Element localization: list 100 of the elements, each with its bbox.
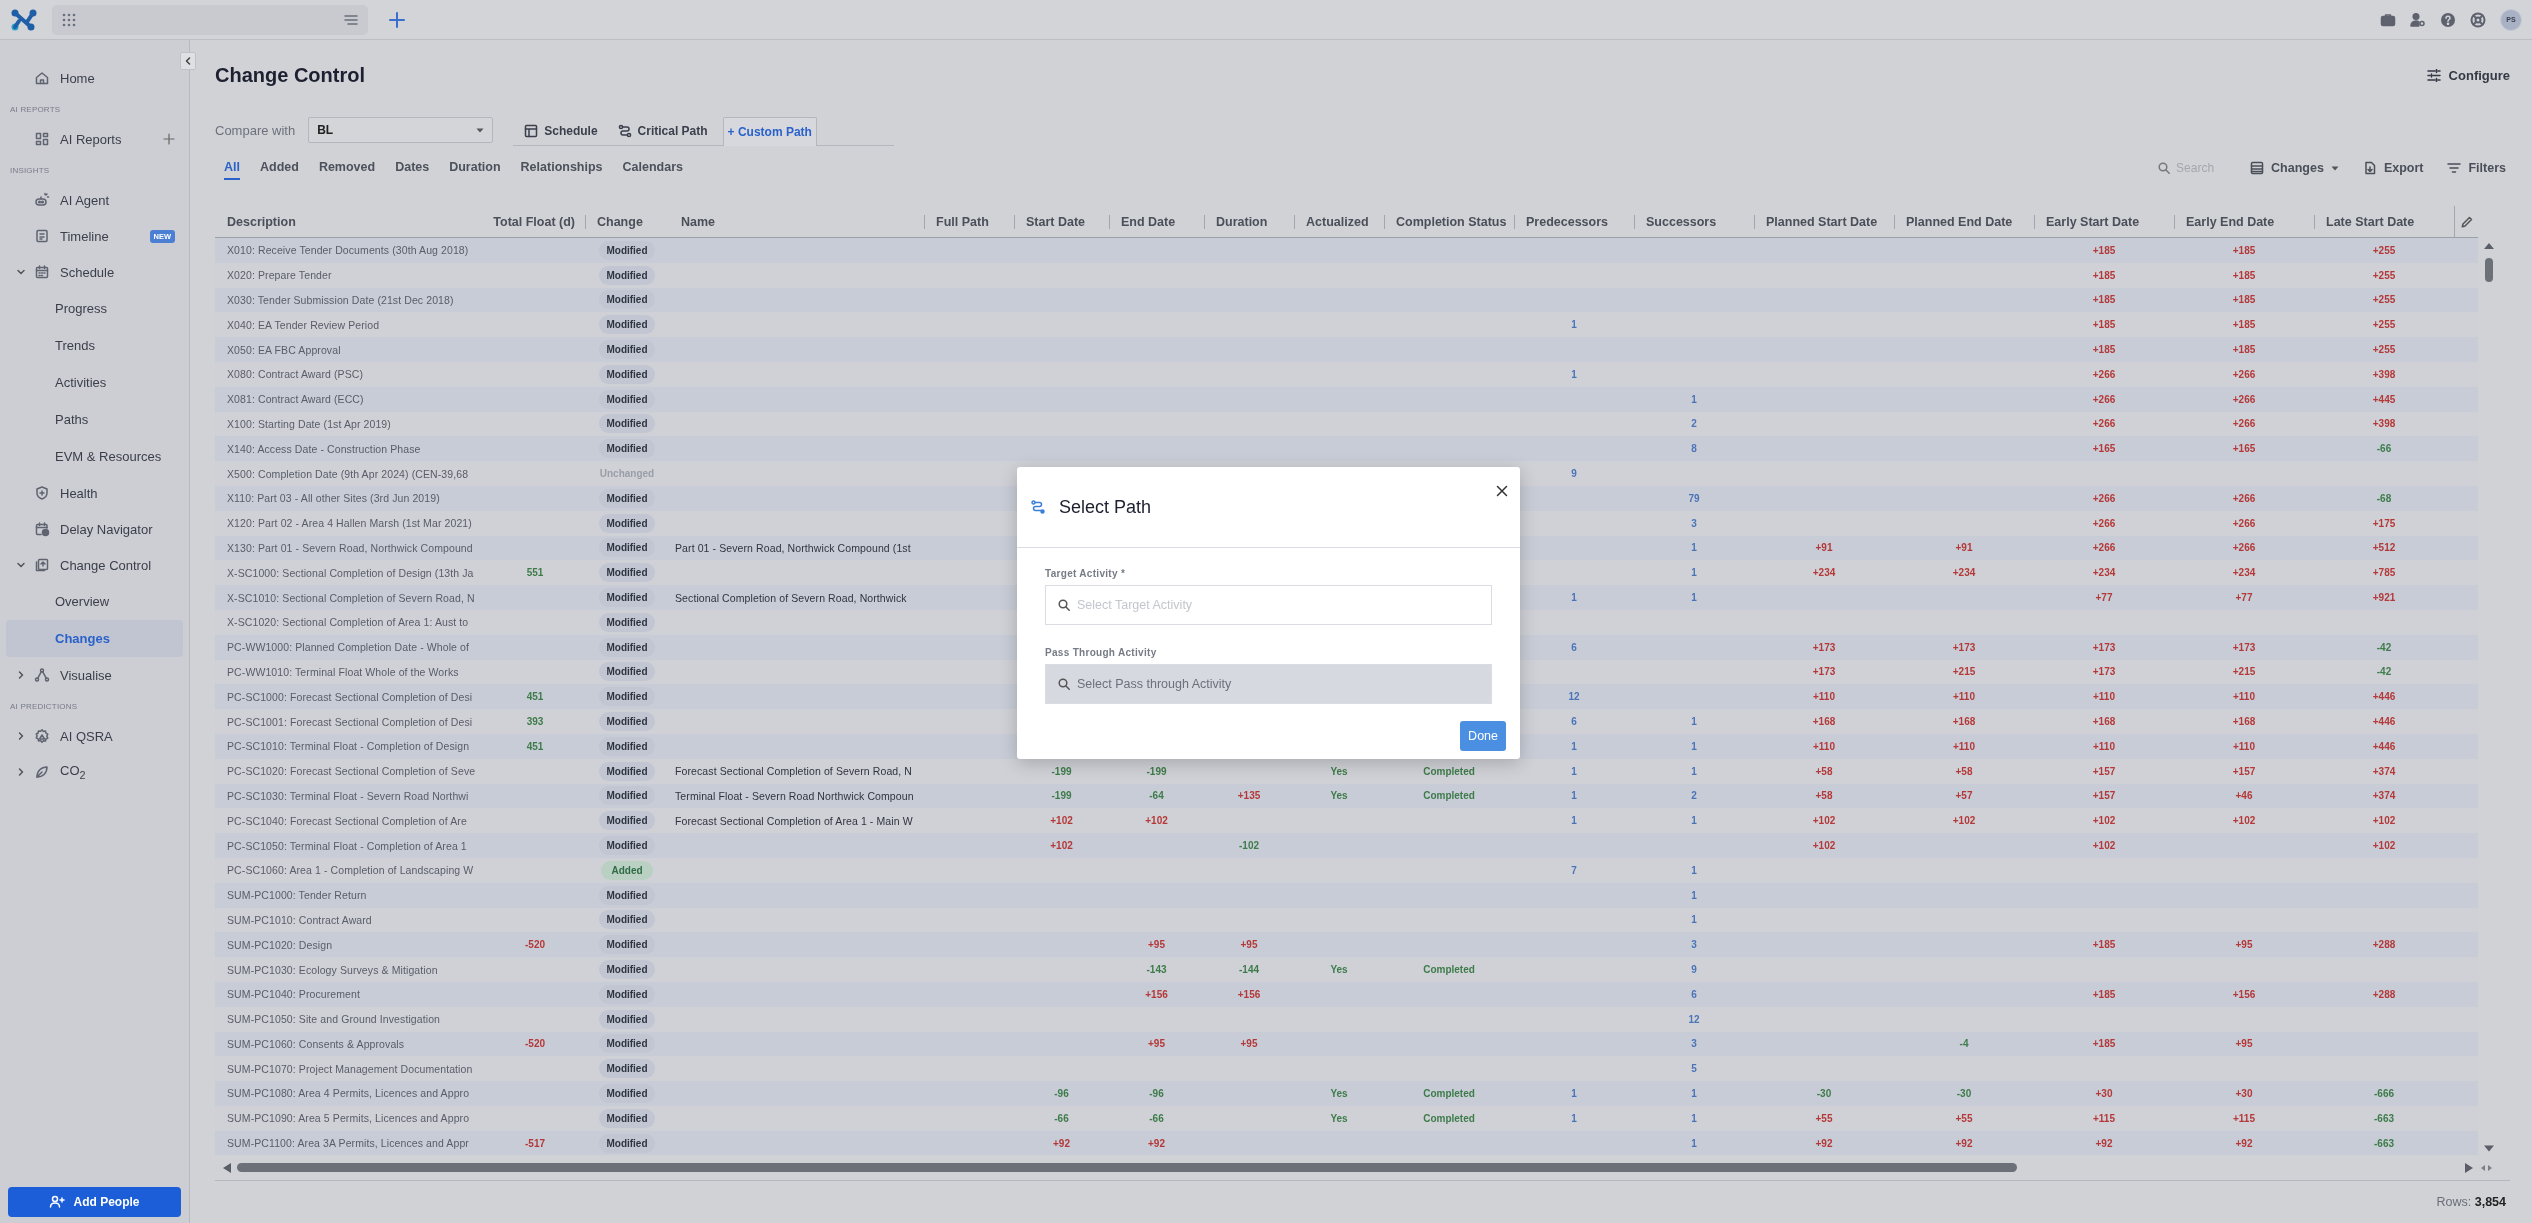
table-cell-text: PC-SC1060: Area 1 - Completion of Landscaping W — [226, 863, 475, 879]
chevron-right-icon[interactable] — [16, 670, 26, 680]
column-header[interactable]: Successors — [1634, 206, 1754, 237]
column-header[interactable]: Description — [215, 206, 485, 237]
column-header[interactable]: Early Start Date — [2034, 206, 2174, 237]
section-heading: AI PREDICTIONS — [10, 702, 79, 711]
input-field[interactable]: Select Target Activity — [1045, 585, 1492, 625]
filter-tab[interactable]: Removed — [318, 156, 376, 180]
table-cell-text: +255 — [2371, 268, 2397, 283]
table-cell-text: 1 — [1570, 814, 1578, 829]
plus-icon[interactable] — [388, 10, 406, 29]
nav-item[interactable]: AI Agent — [6, 182, 183, 218]
column-header[interactable]: Start Date — [1014, 206, 1109, 237]
filter-tab[interactable]: Dates — [395, 156, 430, 180]
apps-grid-icon[interactable] — [62, 12, 76, 27]
table-cell-text: PC-SC1000: Forecast Sectional Completion of Desi — [226, 689, 474, 705]
pencil-icon[interactable] — [2460, 215, 2473, 228]
compare-select[interactable]: BL — [308, 117, 494, 143]
table-cell-text: +168 — [2231, 715, 2257, 730]
column-header[interactable]: Change — [585, 206, 669, 237]
table-cell-text: -30 — [1815, 1087, 1833, 1101]
briefcase-icon[interactable] — [2380, 11, 2396, 28]
column-header[interactable]: Predecessors — [1514, 206, 1634, 237]
nav-item[interactable]: Visualise — [6, 657, 183, 693]
collapse-button[interactable] — [180, 52, 196, 70]
chevron-down-icon[interactable] — [16, 560, 26, 570]
status-tag: Modified — [599, 1108, 655, 1128]
toolbar-button[interactable]: Export — [2362, 161, 2424, 175]
logo-icon[interactable] — [10, 7, 38, 32]
toolbar-button[interactable]: Changes — [2250, 161, 2339, 175]
filter-tab[interactable]: Calendars — [622, 156, 683, 180]
table-cell-text: +102 — [2091, 839, 2117, 853]
status-tag: Modified — [599, 340, 655, 360]
nav-item[interactable]: Home — [6, 60, 183, 96]
nav-item[interactable]: CO$_{2}$ — [6, 754, 183, 790]
view-tab[interactable]: Schedule — [519, 116, 603, 145]
table-cell-text: PC-SC1001: Forecast Sectional Completion of Desi — [226, 714, 474, 730]
column-header[interactable]: Actualized — [1294, 206, 1384, 237]
filter-tab[interactable]: Duration — [449, 156, 501, 180]
status-tag: Modified — [599, 836, 655, 855]
filter-tab[interactable]: Added — [260, 156, 299, 180]
table-cell-text: 6 — [1570, 715, 1578, 730]
plus-icon[interactable] — [163, 133, 175, 145]
view-tab[interactable]: Critical Path — [612, 116, 713, 145]
table-cell-text: SUM-PC1010: Contract Award — [226, 912, 373, 928]
nav-item[interactable]: Trends — [6, 327, 183, 364]
nav-item[interactable]: Delay Navigator — [6, 511, 183, 547]
column-header[interactable]: Late Start Date — [2314, 206, 2454, 237]
table-cell-text: +110 — [1812, 739, 1836, 754]
column-header[interactable]: Completion Status — [1384, 206, 1514, 237]
nav-item[interactable]: EVM & Resources — [6, 438, 183, 475]
path-icon — [1031, 500, 1045, 514]
add-people-button[interactable]: Add People — [8, 1187, 181, 1217]
nav-item[interactable]: Change Control — [6, 547, 183, 583]
table-cell-text: -68 — [2375, 491, 2393, 506]
view-tab[interactable]: + Custom Path — [722, 116, 817, 146]
configure-button[interactable]: Configure — [2426, 67, 2510, 83]
table-cell-text: 1 — [1570, 789, 1578, 804]
done-button[interactable]: Done — [1460, 721, 1506, 751]
table-cell-text: +512 — [2371, 541, 2397, 556]
table-cell-text: SUM-PC1040: Procurement — [226, 987, 362, 1003]
nav-item[interactable]: Schedule — [6, 254, 183, 290]
status-tag: Modified — [599, 935, 655, 955]
toolbar-button[interactable]: Filters — [2447, 161, 2506, 175]
column-header[interactable]: End Date — [1109, 206, 1204, 237]
table-cell-text: +173 — [1951, 640, 1977, 655]
status-tag: Modified — [599, 960, 655, 979]
lifebuoy-icon[interactable] — [2470, 11, 2486, 28]
search-icon — [2158, 162, 2171, 174]
column-header[interactable]: Planned Start Date — [1754, 206, 1894, 237]
chevron-down-icon[interactable] — [16, 267, 26, 277]
menu-icon[interactable] — [344, 13, 358, 26]
nav-item[interactable]: Health — [6, 475, 183, 511]
help-icon[interactable] — [2440, 11, 2456, 28]
nav-item[interactable]: Activities — [6, 364, 183, 401]
column-header[interactable]: Early End Date — [2174, 206, 2314, 237]
column-header[interactable]: Name — [669, 206, 924, 237]
column-header[interactable]: Duration — [1204, 206, 1294, 237]
close-icon[interactable] — [1496, 485, 1508, 497]
table-cell-text: Forecast Sectional Completion of Area 1 - Main W — [674, 813, 914, 829]
nav-item[interactable]: Changes — [6, 620, 183, 657]
chevron-right-icon[interactable] — [16, 767, 26, 777]
status-tag: Modified — [599, 637, 655, 657]
table-cell-text: SUM-PC1060: Consents & Approvals — [226, 1036, 406, 1052]
nav-item[interactable]: AI QSRA — [6, 718, 183, 754]
nav-item[interactable]: Progress — [6, 290, 183, 327]
filter-tab[interactable]: Relationships — [520, 156, 603, 180]
user-settings-icon[interactable] — [2410, 11, 2426, 28]
filter-tab[interactable]: All — [224, 156, 240, 180]
chevron-right-icon[interactable] — [16, 731, 26, 741]
column-header[interactable]: Full Path — [924, 206, 1014, 237]
nav-item[interactable]: Paths — [6, 401, 183, 438]
table-cell-text: +185 — [2231, 268, 2257, 283]
column-header[interactable]: Planned End Date — [1894, 206, 2034, 237]
nav-item[interactable]: AI Reports — [6, 121, 183, 157]
table-cell-text: +185 — [2231, 293, 2257, 308]
column-header[interactable]: Total Float (d) — [485, 206, 585, 237]
table-cell-text: Yes — [1329, 963, 1349, 977]
table-cell-text: -517 — [524, 1136, 546, 1151]
nav-item[interactable]: Overview — [6, 583, 183, 620]
